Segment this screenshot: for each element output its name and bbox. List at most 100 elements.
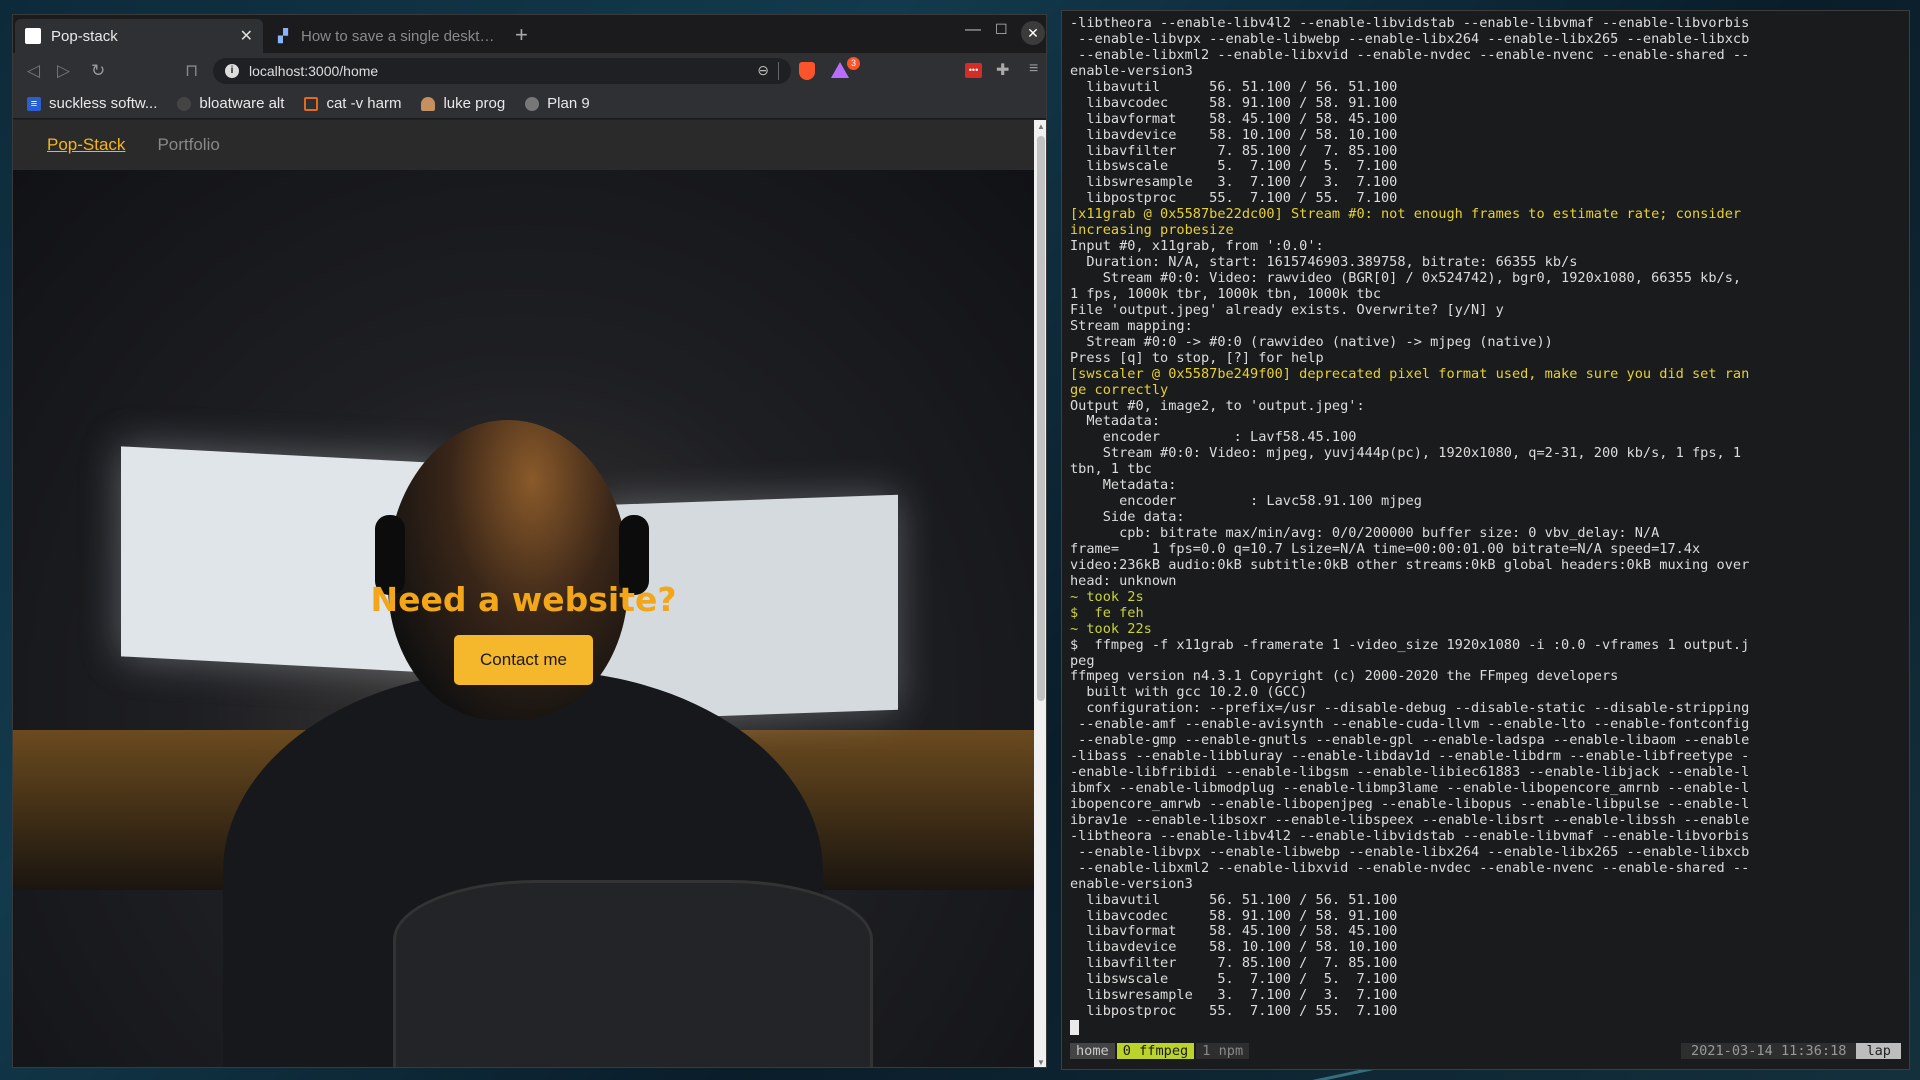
terminal-line: ~ took 22s <box>1070 620 1152 637</box>
new-tab-button[interactable]: + <box>515 23 528 47</box>
terminal-line: --enable-gmp --enable-gnutls --enable-gp… <box>1070 732 1750 749</box>
tab-pop-stack[interactable]: Pop-stack ✕ <box>15 19 263 53</box>
scroll-down-icon[interactable]: ▼ <box>1037 1058 1045 1067</box>
github-icon <box>177 96 192 111</box>
terminal-line: libpostproc 55. 7.100 / 55. 7.100 <box>1070 190 1398 207</box>
bookmark-luke-prog[interactable]: luke prog <box>421 95 505 112</box>
minimize-button[interactable]: — <box>965 21 981 39</box>
terminal-line: libavcodec 58. 91.100 / 58. 91.100 <box>1070 94 1398 111</box>
terminal-line: ibrav1e --enable-libsoxr --enable-libspe… <box>1070 811 1750 828</box>
terminal-line: Stream #0:0 -> #0:0 (rawvideo (native) -… <box>1070 333 1553 350</box>
maximize-button[interactable]: ☐ <box>995 21 1008 38</box>
site-brand-link[interactable]: Pop-Stack <box>47 135 125 155</box>
contact-me-button[interactable]: Contact me <box>454 635 593 685</box>
hero-title: Need a website? <box>370 580 677 619</box>
terminal-line: video:236kB audio:0kB subtitle:0kB other… <box>1070 556 1750 573</box>
address-bar[interactable]: i localhost:3000/home ⊖ <box>213 58 791 84</box>
forward-arrow-icon[interactable]: ▷ <box>57 61 70 81</box>
bookmark-label: cat -v harm <box>326 95 402 112</box>
tmux-window-ffmpeg[interactable]: 0 ffmpeg <box>1116 1043 1195 1059</box>
close-window-button[interactable]: ✕ <box>1021 21 1045 45</box>
terminal-line: libpostproc 55. 7.100 / 55. 7.100 <box>1070 1003 1398 1020</box>
extensions-puzzle-icon[interactable]: ✚ <box>996 60 1009 80</box>
bookmarks-bar: ≡ suckless softw... bloatware alt cat -v… <box>13 89 1046 119</box>
terminal-line: libswscale 5. 7.100 / 5. 7.100 <box>1070 971 1398 988</box>
portfolio-link[interactable]: Portfolio <box>157 135 219 155</box>
terminal-line: Press [q] to stop, [?] for help <box>1070 349 1324 366</box>
terminal-line: cpb: bitrate max/min/avg: 0/0/200000 buf… <box>1070 525 1660 541</box>
terminal-line: -libass --enable-libbluray --enable-libd… <box>1070 748 1750 765</box>
terminal-line: Stream #0:0: Video: mjpeg, yuvj444p(pc),… <box>1070 445 1742 462</box>
terminal-output: -libtheora --enable-libv4l2 --enable-lib… <box>1070 15 1901 1020</box>
terminal-line: libavutil 56. 51.100 / 56. 51.100 <box>1070 891 1398 908</box>
zoom-icon[interactable]: ⊖ <box>757 62 769 79</box>
tab-title: How to save a single desktop <box>301 27 495 45</box>
tmux-window-home[interactable]: home <box>1070 1043 1115 1059</box>
terminal-line: Output #0, image2, to 'output.jpeg': <box>1070 397 1365 414</box>
terminal-line: ibopencore_amrwb --enable-libopenjpeg --… <box>1070 795 1750 812</box>
browser-menu-icon[interactable]: ≡ <box>1029 60 1038 78</box>
terminal-line: --enable-amf --enable-avisynth --enable-… <box>1070 716 1750 733</box>
tab-bar: Pop-stack ✕ ▞ How to save a single deskt… <box>13 15 1046 53</box>
terminal-line: Side data: <box>1070 509 1185 526</box>
hero-section: Need a website? Contact me <box>13 170 1034 1067</box>
tmux-status-bar: home 0 ffmpeg 1 npm 2021-03-14 11:36:18 … <box>1070 1043 1901 1059</box>
terminal-line: [swscaler @ 0x5587be249f00] deprecated p… <box>1070 365 1750 382</box>
lastpass-extension-icon[interactable]: ••• <box>965 63 982 78</box>
terminal-line: libavdevice 58. 10.100 / 58. 10.100 <box>1070 126 1398 143</box>
tmux-hostname: lap <box>1856 1043 1901 1059</box>
scroll-up-icon[interactable]: ▲ <box>1037 122 1045 131</box>
site-navbar: Pop-Stack Portfolio <box>13 120 1034 170</box>
terminal-line: built with gcc 10.2.0 (GCC) <box>1070 684 1308 701</box>
terminal-line: ibmfx --enable-libmodplug --enable-libmp… <box>1070 780 1750 796</box>
terminal-line: peg <box>1070 652 1095 669</box>
terminal-line: 1 fps, 1000k tbr, 1000k tbn, 1000k tbc <box>1070 285 1381 302</box>
terminal-cursor <box>1070 1020 1079 1036</box>
scrollbar-thumb[interactable] <box>1037 136 1045 701</box>
bookmark-plan-9[interactable]: Plan 9 <box>525 95 590 112</box>
terminal-line: libswscale 5. 7.100 / 5. 7.100 <box>1070 158 1398 175</box>
brave-shields-icon[interactable] <box>799 62 815 80</box>
terminal-line: encoder : Lavc58.91.100 mjpeg <box>1070 493 1422 510</box>
terminal-line: Duration: N/A, start: 1615746903.389758,… <box>1070 254 1578 271</box>
terminal-line: enable-version3 <box>1070 875 1193 892</box>
tmux-window-npm[interactable]: 1 npm <box>1196 1043 1250 1059</box>
reload-icon[interactable]: ↻ <box>91 61 105 81</box>
terminal-prompt-line[interactable] <box>1070 1020 1901 1036</box>
bookmark-cat-v-harm[interactable]: cat -v harm <box>304 95 401 112</box>
terminal-line: libavfilter 7. 85.100 / 7. 85.100 <box>1070 955 1398 972</box>
url-text: localhost:3000/home <box>249 63 379 79</box>
terminal-line: File 'output.jpeg' already exists. Overw… <box>1070 301 1504 318</box>
terminal-line: libavformat 58. 45.100 / 58. 45.100 <box>1070 110 1398 127</box>
terminal-line: increasing probesize <box>1070 222 1234 239</box>
bookmark-icon[interactable]: ⊓ <box>185 61 198 81</box>
browser-window: Pop-stack ✕ ▞ How to save a single deskt… <box>12 14 1047 1068</box>
terminal-line: ge correctly <box>1070 381 1169 398</box>
cat-v-icon <box>304 96 319 111</box>
page-viewport: Pop-Stack Portfolio Need a website? Cont… <box>13 120 1034 1067</box>
terminal-line: Stream mapping: <box>1070 317 1193 334</box>
terminal-line: enable-version3 <box>1070 62 1193 79</box>
terminal-window[interactable]: -libtheora --enable-libv4l2 --enable-lib… <box>1061 10 1910 1070</box>
hero-chair <box>393 880 873 1067</box>
terminal-line: libavformat 58. 45.100 / 58. 45.100 <box>1070 923 1398 940</box>
bookmark-suckless[interactable]: ≡ suckless softw... <box>27 95 157 112</box>
terminal-line: Input #0, x11grab, from ':0.0': <box>1070 238 1324 255</box>
terminal-line: libswresample 3. 7.100 / 3. 7.100 <box>1070 174 1398 191</box>
terminal-line: --enable-libxml2 --enable-libxvid --enab… <box>1070 859 1750 876</box>
tmux-clock: 2021-03-14 11:36:18 <box>1680 1043 1857 1059</box>
tab-close-icon[interactable]: ✕ <box>240 26 253 46</box>
bookmark-label: Plan 9 <box>547 95 590 112</box>
bookmark-label: luke prog <box>443 95 506 112</box>
page-scrollbar[interactable]: ▲ ▼ <box>1034 120 1046 1067</box>
bookmark-bloatware-alt[interactable]: bloatware alt <box>177 95 284 112</box>
tab-how-to-save[interactable]: ▞ How to save a single desktop <box>265 19 505 53</box>
url-divider <box>778 62 779 80</box>
terminal-line: head: unknown <box>1070 572 1177 589</box>
back-arrow-icon[interactable]: ◁ <box>27 61 40 81</box>
terminal-line: ~ took 2s <box>1070 588 1144 605</box>
site-info-icon[interactable]: i <box>225 64 239 78</box>
terminal-line: libavfilter 7. 85.100 / 7. 85.100 <box>1070 142 1398 159</box>
rewards-count-badge: 3 <box>847 57 860 70</box>
terminal-line: [x11grab @ 0x5587be22dc00] Stream #0: no… <box>1070 206 1742 223</box>
